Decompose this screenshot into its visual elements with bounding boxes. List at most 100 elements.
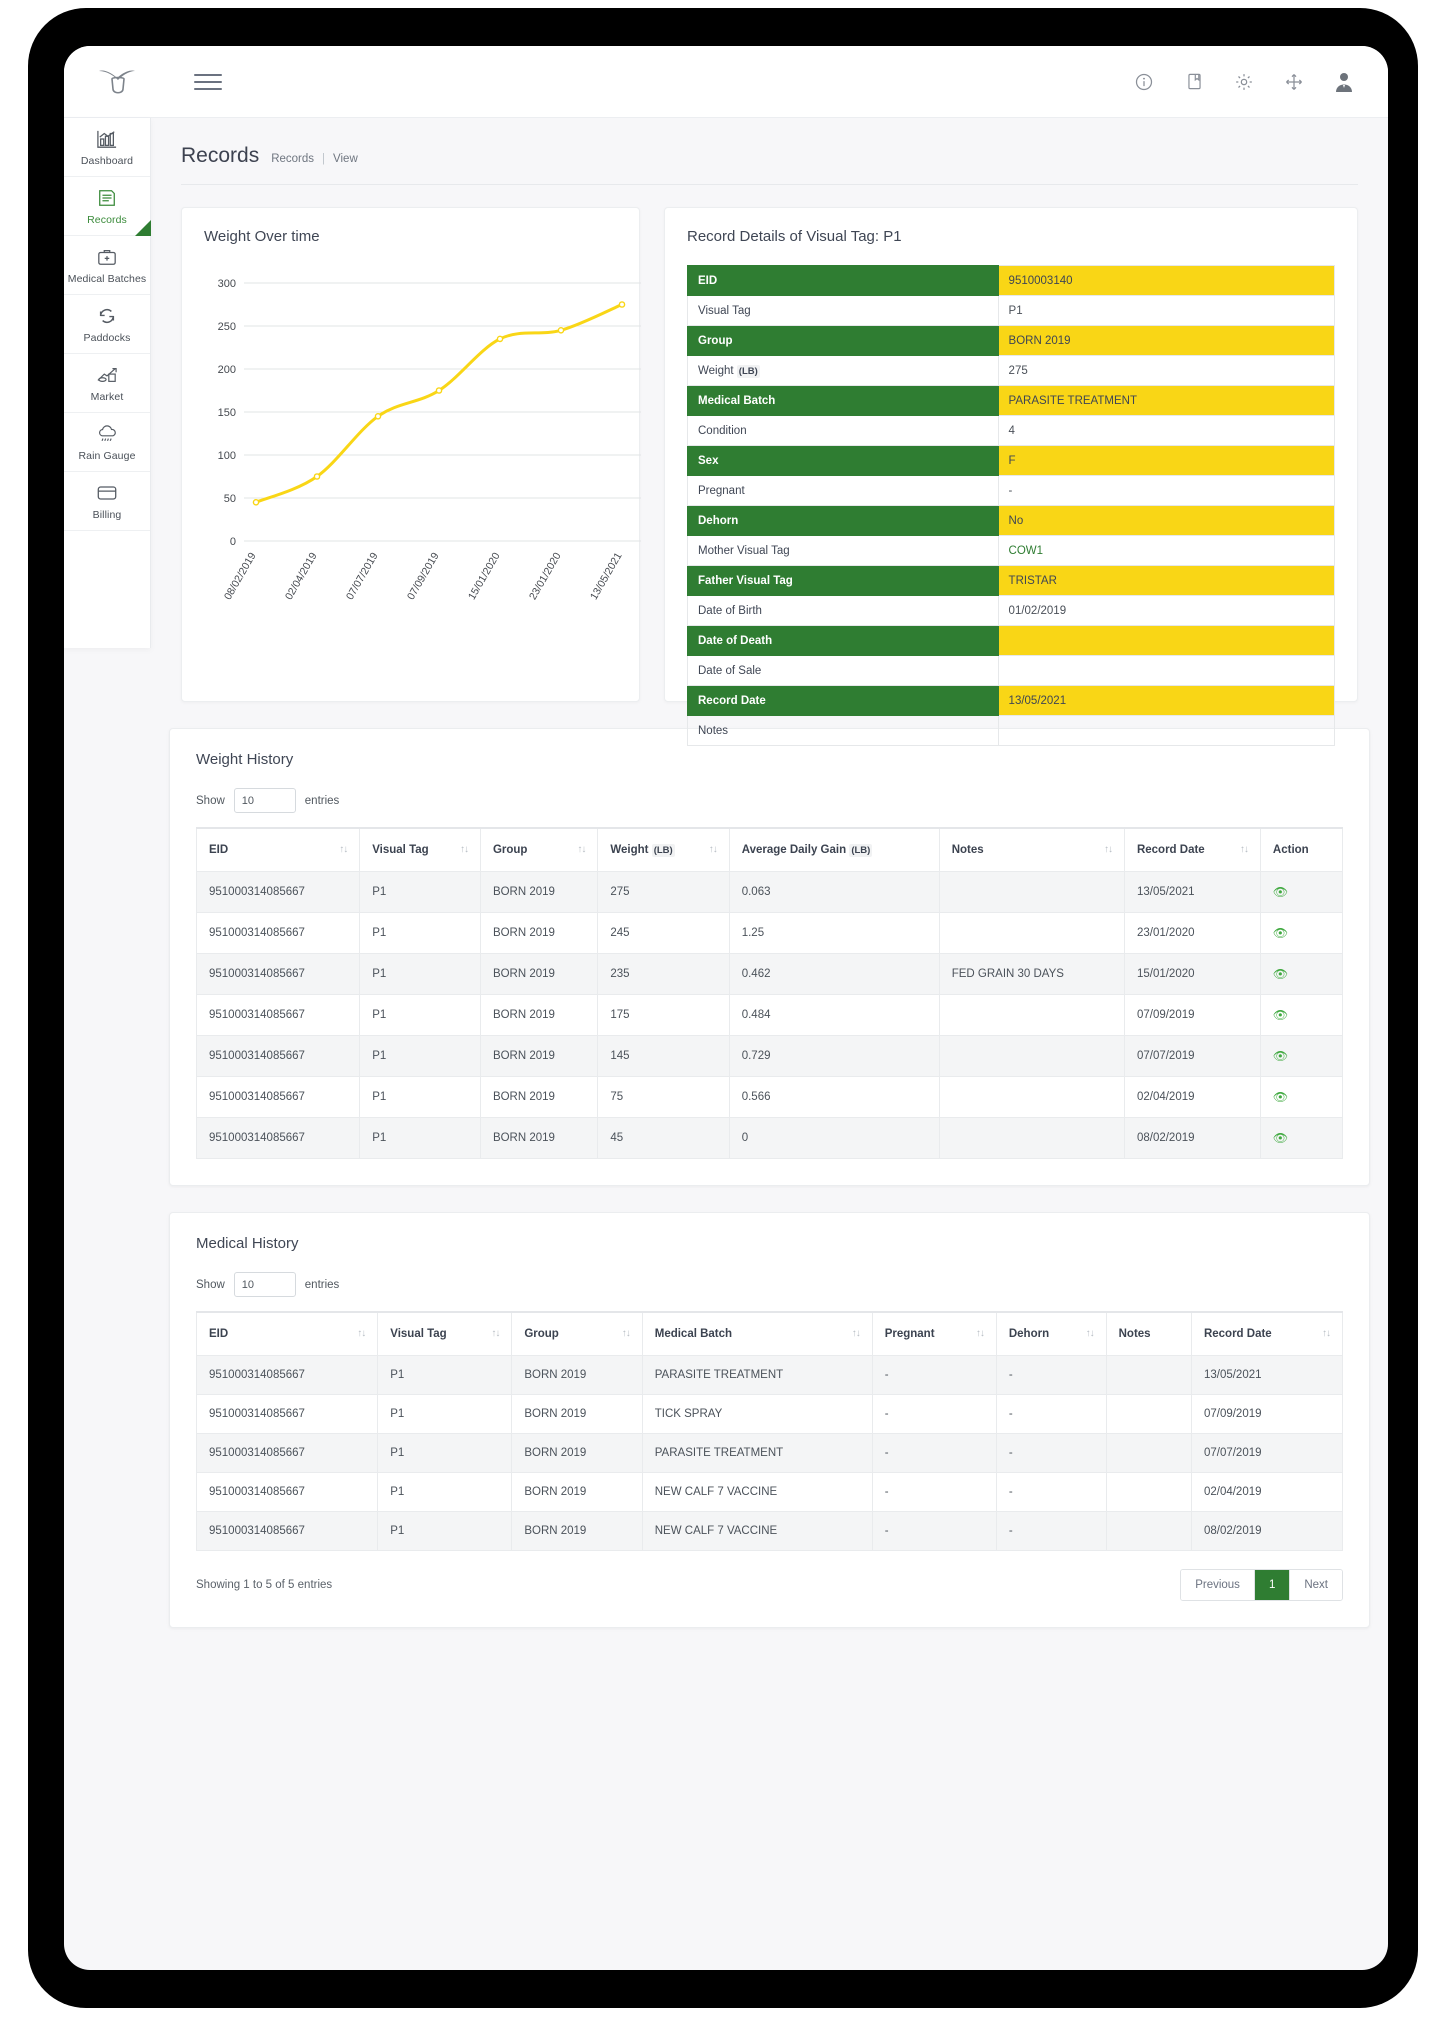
weight-over-time-chart[interactable]: 05010015020025030008/02/201902/04/201907… bbox=[182, 251, 639, 651]
user-avatar-icon[interactable] bbox=[1332, 70, 1356, 94]
medical-kit-icon bbox=[96, 246, 118, 268]
document-list-icon bbox=[96, 187, 118, 209]
app-logo[interactable] bbox=[64, 67, 172, 97]
column-header[interactable]: Record Date↑↓ bbox=[1124, 828, 1260, 872]
sidebar-item-records[interactable]: Records bbox=[64, 177, 150, 236]
pagination-previous[interactable]: Previous bbox=[1181, 1570, 1254, 1600]
eye-icon[interactable]: 👁 bbox=[1273, 926, 1288, 940]
view-record-button[interactable]: 👁 bbox=[1260, 1118, 1342, 1159]
cell-eid: 951000314085667 bbox=[197, 872, 360, 913]
svg-text:08/02/2019: 08/02/2019 bbox=[222, 550, 259, 602]
sort-icon[interactable]: ↑↓ bbox=[1322, 1328, 1330, 1339]
info-icon[interactable] bbox=[1132, 70, 1156, 94]
column-header[interactable]: Medical Batch↑↓ bbox=[642, 1312, 872, 1356]
sort-icon[interactable]: ↑↓ bbox=[1104, 844, 1112, 855]
column-header[interactable]: EID↑↓ bbox=[197, 828, 360, 872]
column-header: Notes bbox=[1106, 1312, 1191, 1356]
sidebar-item-medical-batches[interactable]: Medical Batches bbox=[64, 236, 150, 295]
detail-row: Date of Sale bbox=[688, 656, 1335, 686]
cell-adg: 0.566 bbox=[729, 1077, 939, 1118]
column-header[interactable]: Visual Tag↑↓ bbox=[378, 1312, 512, 1356]
hamburger-menu-icon[interactable] bbox=[194, 74, 222, 90]
detail-value: F bbox=[998, 446, 1334, 476]
view-record-button[interactable]: 👁 bbox=[1260, 872, 1342, 913]
sort-icon[interactable]: ↑↓ bbox=[1086, 1328, 1094, 1339]
sidebar-item-label: Rain Gauge bbox=[78, 450, 135, 462]
eye-icon[interactable]: 👁 bbox=[1273, 885, 1288, 899]
sort-icon[interactable]: ↑↓ bbox=[460, 844, 468, 855]
eye-icon[interactable]: 👁 bbox=[1273, 967, 1288, 981]
cell-notes bbox=[1106, 1356, 1191, 1395]
view-record-button[interactable]: 👁 bbox=[1260, 913, 1342, 954]
sidebar-item-paddocks[interactable]: Paddocks bbox=[64, 295, 150, 354]
sort-icon[interactable]: ↑↓ bbox=[1240, 844, 1248, 855]
cell-eid: 951000314085667 bbox=[197, 995, 360, 1036]
page-title: Records bbox=[181, 144, 259, 168]
detail-row: Medical BatchPARASITE TREATMENT bbox=[688, 386, 1335, 416]
cell-record_date: 13/05/2021 bbox=[1191, 1356, 1342, 1395]
sort-icon[interactable]: ↑↓ bbox=[491, 1328, 499, 1339]
column-header[interactable]: Pregnant↑↓ bbox=[872, 1312, 996, 1356]
detail-value: - bbox=[998, 476, 1334, 506]
sort-icon[interactable]: ↑↓ bbox=[622, 1328, 630, 1339]
cell-dehorn: - bbox=[996, 1395, 1106, 1434]
pagination-next[interactable]: Next bbox=[1289, 1570, 1342, 1600]
cell-record_date: 02/04/2019 bbox=[1124, 1077, 1260, 1118]
sidebar-item-rain-gauge[interactable]: Rain Gauge bbox=[64, 413, 150, 472]
view-record-button[interactable]: 👁 bbox=[1260, 995, 1342, 1036]
view-record-button[interactable]: 👁 bbox=[1260, 954, 1342, 995]
column-header[interactable]: Record Date↑↓ bbox=[1191, 1312, 1342, 1356]
eye-icon[interactable]: 👁 bbox=[1273, 1008, 1288, 1022]
cell-adg: 0 bbox=[729, 1118, 939, 1159]
cell-eid: 951000314085667 bbox=[197, 1395, 378, 1434]
eye-icon[interactable]: 👁 bbox=[1273, 1131, 1288, 1145]
sort-icon[interactable]: ↑↓ bbox=[976, 1328, 984, 1339]
column-header[interactable]: Group↑↓ bbox=[512, 1312, 642, 1356]
column-header[interactable]: Weight (LB)↑↓ bbox=[598, 828, 729, 872]
column-header[interactable]: Dehorn↑↓ bbox=[996, 1312, 1106, 1356]
column-header[interactable]: Notes↑↓ bbox=[939, 828, 1124, 872]
detail-row: Condition4 bbox=[688, 416, 1335, 446]
sort-icon[interactable]: ↑↓ bbox=[577, 844, 585, 855]
medical-history-footer: Showing 1 to 5 of 5 entries Previous 1 N… bbox=[196, 1569, 1343, 1601]
longhorn-logo-icon bbox=[95, 67, 141, 97]
medical-history-panel: Medical History Show entries EID↑↓Visual… bbox=[169, 1212, 1370, 1628]
column-header[interactable]: EID↑↓ bbox=[197, 1312, 378, 1356]
cell-group: BORN 2019 bbox=[480, 1036, 597, 1077]
eye-icon[interactable]: 👁 bbox=[1273, 1049, 1288, 1063]
column-label: Notes bbox=[1119, 1328, 1151, 1340]
credit-card-icon bbox=[96, 482, 118, 504]
column-header[interactable]: Visual Tag↑↓ bbox=[360, 828, 481, 872]
view-record-button[interactable]: 👁 bbox=[1260, 1036, 1342, 1077]
sidebar-item-dashboard[interactable]: Dashboard bbox=[64, 118, 150, 177]
sort-icon[interactable]: ↑↓ bbox=[339, 844, 347, 855]
detail-value: COW1 bbox=[998, 536, 1334, 566]
breadcrumb-item-records[interactable]: Records bbox=[271, 153, 314, 165]
pagination-page-1[interactable]: 1 bbox=[1254, 1570, 1289, 1600]
svg-text:0: 0 bbox=[230, 536, 236, 548]
sort-icon[interactable]: ↑↓ bbox=[709, 844, 717, 855]
weight-history-entries-input[interactable] bbox=[234, 788, 296, 813]
sidebar-item-billing[interactable]: Billing bbox=[64, 472, 150, 531]
cell-eid: 951000314085667 bbox=[197, 1118, 360, 1159]
view-record-button[interactable]: 👁 bbox=[1260, 1077, 1342, 1118]
eye-icon[interactable]: 👁 bbox=[1273, 1090, 1288, 1104]
manual-book-icon[interactable] bbox=[1182, 70, 1206, 94]
entries-label: entries bbox=[305, 1279, 340, 1291]
cell-notes bbox=[939, 1118, 1124, 1159]
tablet-device-frame: Dashboard Records Medical Batches bbox=[28, 8, 1418, 2008]
cell-adg: 0.484 bbox=[729, 995, 939, 1036]
gear-icon[interactable] bbox=[1232, 70, 1256, 94]
detail-row: DehornNo bbox=[688, 506, 1335, 536]
breadcrumb-item-view[interactable]: View bbox=[333, 153, 358, 165]
sort-icon[interactable]: ↑↓ bbox=[357, 1328, 365, 1339]
fullscreen-icon[interactable] bbox=[1282, 70, 1306, 94]
medical-history-entries-input[interactable] bbox=[234, 1272, 296, 1297]
sort-icon[interactable]: ↑↓ bbox=[852, 1328, 860, 1339]
sidebar-filler bbox=[64, 531, 150, 601]
table-row: 951000314085667P1BORN 20192451.2523/01/2… bbox=[197, 913, 1343, 954]
detail-key: Record Date bbox=[688, 686, 999, 716]
sidebar-item-market[interactable]: Market bbox=[64, 354, 150, 413]
cell-eid: 951000314085667 bbox=[197, 954, 360, 995]
column-header[interactable]: Group↑↓ bbox=[480, 828, 597, 872]
